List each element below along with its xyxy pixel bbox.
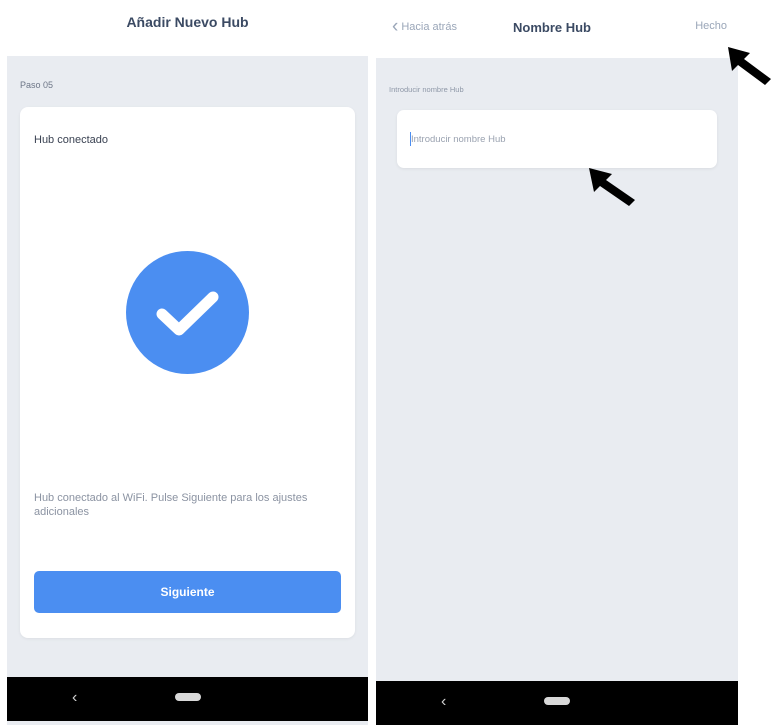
system-nav-bar: ‹	[376, 681, 738, 725]
system-nav-bar: ‹	[7, 677, 368, 721]
back-label: Hacia atrás	[401, 20, 457, 33]
nav-back-icon[interactable]: ‹	[72, 688, 77, 708]
nav-back-icon[interactable]: ‹	[441, 692, 446, 712]
text-cursor	[410, 132, 411, 146]
hub-name-field-card	[397, 110, 717, 168]
pointer-arrow-icon	[589, 168, 635, 206]
back-button[interactable]: ‹ Hacia atrás	[392, 17, 457, 36]
hub-name-label: Introducir nombre Hub	[389, 85, 464, 94]
connection-description: Hub conectado al WiFi. Pulse Siguiente p…	[34, 492, 308, 518]
screen-hub-name: ‹ Hacia atrás Nombre Hub Hecho Introduci…	[376, 0, 738, 725]
chevron-left-icon: ‹	[392, 16, 399, 37]
page-title: Añadir Nuevo Hub	[126, 14, 249, 30]
header-bar: ‹ Hacia atrás Nombre Hub Hecho	[376, 0, 738, 58]
done-button[interactable]: Hecho	[695, 20, 727, 32]
page-title: Nombre Hub	[513, 20, 591, 35]
status-card: Hub conectado Hub conectado al WiFi. Pul…	[20, 107, 355, 638]
card-title: Hub conectado	[34, 134, 108, 146]
nav-home-icon[interactable]	[175, 693, 201, 701]
success-checkmark-icon	[126, 251, 249, 374]
next-button[interactable]: Siguiente	[34, 571, 341, 613]
step-label: Paso 05	[20, 80, 54, 90]
screen-add-hub: Añadir Nuevo Hub Paso 05 Hub conectado H…	[7, 0, 368, 725]
header-bar: Añadir Nuevo Hub	[7, 0, 368, 56]
hub-name-input[interactable]	[411, 130, 691, 148]
pointer-arrow-icon	[728, 47, 771, 85]
nav-home-icon[interactable]	[544, 697, 570, 705]
